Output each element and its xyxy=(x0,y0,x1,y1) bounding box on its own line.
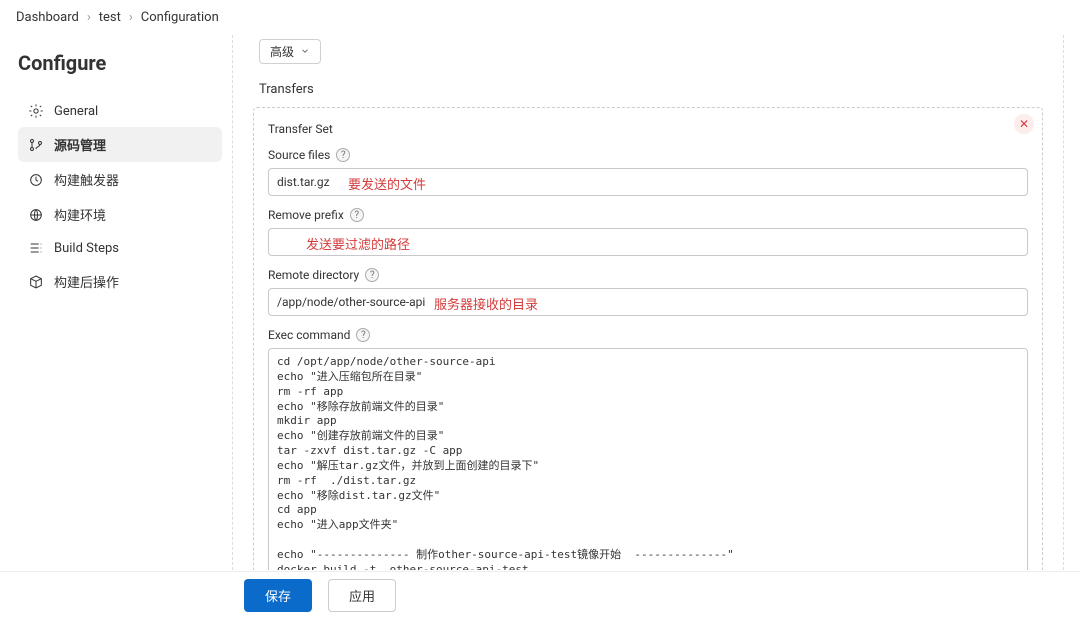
package-icon xyxy=(28,274,44,290)
page-title: Configure xyxy=(18,51,222,75)
breadcrumb-item-configuration[interactable]: Configuration xyxy=(141,10,219,25)
chevron-right-icon: › xyxy=(129,10,133,25)
sidebar-item-environment[interactable]: 构建环境 xyxy=(18,197,222,232)
chevron-down-icon xyxy=(300,45,310,59)
breadcrumb-item-dashboard[interactable]: Dashboard xyxy=(16,10,79,25)
main-content: 高级 Transfers ✕ Transfer Set Source files… xyxy=(232,35,1064,570)
transfer-set-label: Transfer Set xyxy=(268,122,1028,136)
steps-icon xyxy=(28,240,44,256)
sidebar: Configure General 源码管理 构建触发器 构建环境 xyxy=(0,35,232,570)
sidebar-item-triggers[interactable]: 构建触发器 xyxy=(18,162,222,197)
exec-command-label: Exec command ? xyxy=(268,328,1028,342)
sidebar-item-source[interactable]: 源码管理 xyxy=(18,127,222,162)
transfers-heading: Transfers xyxy=(259,82,1043,97)
help-icon[interactable]: ? xyxy=(365,268,379,282)
sidebar-item-label: 构建环境 xyxy=(54,205,106,224)
transfer-set: ✕ Transfer Set Source files ? 要发送的文件 Rem… xyxy=(253,107,1043,570)
apply-button[interactable]: 应用 xyxy=(328,579,396,612)
advanced-dropdown[interactable]: 高级 xyxy=(259,39,321,64)
remote-directory-input[interactable] xyxy=(268,288,1028,316)
help-icon[interactable]: ? xyxy=(336,148,350,162)
sidebar-item-build-steps[interactable]: Build Steps xyxy=(18,232,222,264)
save-button[interactable]: 保存 xyxy=(244,579,312,612)
sidebar-item-label: General xyxy=(54,104,98,119)
sidebar-item-label: 构建后操作 xyxy=(54,272,119,291)
sidebar-item-general[interactable]: General xyxy=(18,95,222,127)
exec-command-input[interactable] xyxy=(268,348,1028,570)
breadcrumb-item-test[interactable]: test xyxy=(99,10,121,25)
branch-icon xyxy=(28,137,44,153)
chevron-right-icon: › xyxy=(87,10,91,25)
help-icon[interactable]: ? xyxy=(350,208,364,222)
remove-prefix-label: Remove prefix ? xyxy=(268,208,1028,222)
clock-icon xyxy=(28,172,44,188)
close-icon: ✕ xyxy=(1019,117,1029,131)
sidebar-item-label: Build Steps xyxy=(54,241,119,256)
remove-transfer-button[interactable]: ✕ xyxy=(1014,114,1034,134)
gear-icon xyxy=(28,103,44,119)
globe-icon xyxy=(28,207,44,223)
sidebar-item-label: 源码管理 xyxy=(54,135,106,154)
remote-directory-label: Remote directory ? xyxy=(268,268,1028,282)
sidebar-item-post-build[interactable]: 构建后操作 xyxy=(18,264,222,299)
footer-actions: 保存 应用 xyxy=(0,571,1080,619)
breadcrumb: Dashboard › test › Configuration xyxy=(0,0,1080,35)
source-files-input[interactable] xyxy=(268,168,1028,196)
remove-prefix-input[interactable] xyxy=(268,228,1028,256)
source-files-label: Source files ? xyxy=(268,148,1028,162)
sidebar-item-label: 构建触发器 xyxy=(54,170,119,189)
help-icon[interactable]: ? xyxy=(356,328,370,342)
advanced-label: 高级 xyxy=(270,43,294,60)
